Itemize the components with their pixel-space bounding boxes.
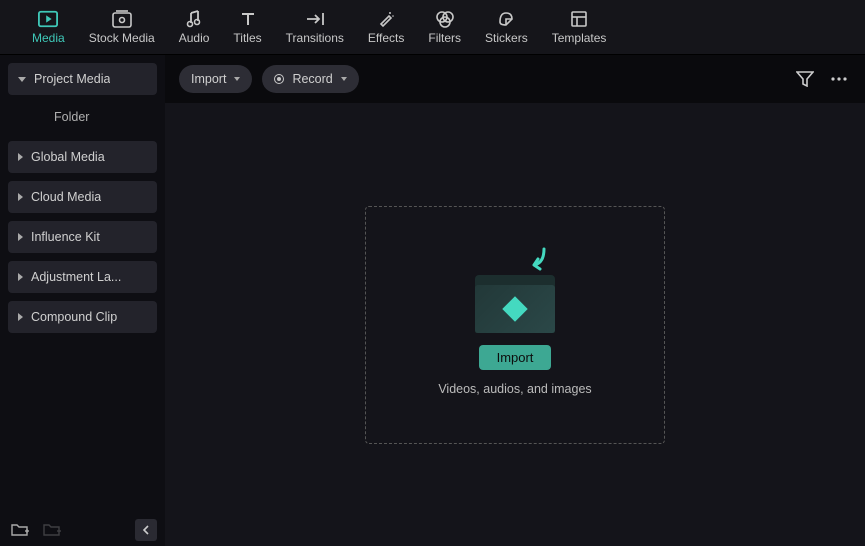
chevron-down-icon: [234, 77, 240, 81]
stickers-icon: [496, 9, 516, 29]
chevron-right-icon: [18, 313, 23, 321]
sidebar-item-cloud-media[interactable]: Cloud Media: [8, 181, 157, 213]
content-body: Import Videos, audios, and images: [165, 103, 865, 546]
record-icon: [274, 74, 284, 84]
tab-label: Templates: [552, 31, 607, 45]
tab-label: Stock Media: [89, 31, 155, 45]
effects-icon: [376, 9, 396, 29]
sidebar-item-influence-kit[interactable]: Influence Kit: [8, 221, 157, 253]
new-folder-button[interactable]: [8, 518, 32, 542]
chevron-right-icon: [18, 273, 23, 281]
sidebar-item-label: Compound Clip: [31, 310, 117, 324]
titles-icon: [238, 9, 258, 29]
filters-icon: [435, 9, 455, 29]
tab-stickers[interactable]: Stickers: [473, 5, 540, 49]
tab-label: Transitions: [286, 31, 344, 45]
tab-templates[interactable]: Templates: [540, 5, 619, 49]
sidebar-list: Project Media Folder Global Media Cloud …: [0, 63, 165, 514]
collapse-sidebar-button[interactable]: [135, 519, 157, 541]
import-button-label: Import: [497, 350, 534, 365]
download-arrow-icon: [524, 247, 548, 275]
sidebar-footer: [0, 514, 165, 546]
sidebar-item-label: Global Media: [31, 150, 105, 164]
sidebar-item-label: Project Media: [34, 72, 110, 86]
tab-media[interactable]: Media: [20, 5, 77, 49]
delete-folder-button[interactable]: [40, 518, 64, 542]
record-dropdown-button[interactable]: Record: [262, 65, 358, 93]
tab-label: Effects: [368, 31, 404, 45]
tab-label: Titles: [233, 31, 261, 45]
sidebar-item-label: Influence Kit: [31, 230, 100, 244]
tab-label: Media: [32, 31, 65, 45]
dropzone-hint: Videos, audios, and images: [438, 382, 591, 396]
tab-titles[interactable]: Titles: [221, 5, 273, 49]
templates-icon: [569, 9, 589, 29]
chevron-down-icon: [18, 77, 26, 82]
sidebar-subitem-folder[interactable]: Folder: [8, 103, 157, 131]
sidebar-item-compound-clip[interactable]: Compound Clip: [8, 301, 157, 333]
import-button[interactable]: Import: [479, 345, 552, 370]
audio-icon: [184, 9, 204, 29]
tab-audio[interactable]: Audio: [167, 5, 222, 49]
tab-label: Stickers: [485, 31, 528, 45]
tab-label: Filters: [428, 31, 461, 45]
stock-media-icon: [112, 9, 132, 29]
tab-stock-media[interactable]: Stock Media: [77, 5, 167, 49]
top-tabs: Media Stock Media Audio Titles Transitio…: [0, 0, 865, 55]
sidebar-item-project-media[interactable]: Project Media: [8, 63, 157, 95]
chevron-right-icon: [18, 193, 23, 201]
tab-transitions[interactable]: Transitions: [274, 5, 356, 49]
import-dropdown-button[interactable]: Import: [179, 65, 252, 93]
tab-effects[interactable]: Effects: [356, 5, 416, 49]
chevron-right-icon: [18, 153, 23, 161]
sidebar-item-label: Adjustment La...: [31, 270, 121, 284]
more-options-button[interactable]: [827, 67, 851, 91]
record-label: Record: [292, 72, 332, 86]
sidebar-item-label: Cloud Media: [31, 190, 101, 204]
content: Import Record: [165, 55, 865, 546]
import-dropzone[interactable]: Import Videos, audios, and images: [365, 206, 665, 444]
sidebar-item-global-media[interactable]: Global Media: [8, 141, 157, 173]
chevron-right-icon: [18, 233, 23, 241]
import-label: Import: [191, 72, 226, 86]
folder-graphic: [470, 253, 560, 333]
transitions-icon: [305, 9, 325, 29]
chevron-down-icon: [341, 77, 347, 81]
media-icon: [38, 9, 58, 29]
filter-button[interactable]: [793, 67, 817, 91]
tab-label: Audio: [179, 31, 210, 45]
sidebar-subitem-label: Folder: [54, 110, 89, 124]
sidebar-item-adjustment-layer[interactable]: Adjustment La...: [8, 261, 157, 293]
tab-filters[interactable]: Filters: [416, 5, 473, 49]
content-toolbar: Import Record: [165, 55, 865, 103]
sidebar: Project Media Folder Global Media Cloud …: [0, 55, 165, 546]
